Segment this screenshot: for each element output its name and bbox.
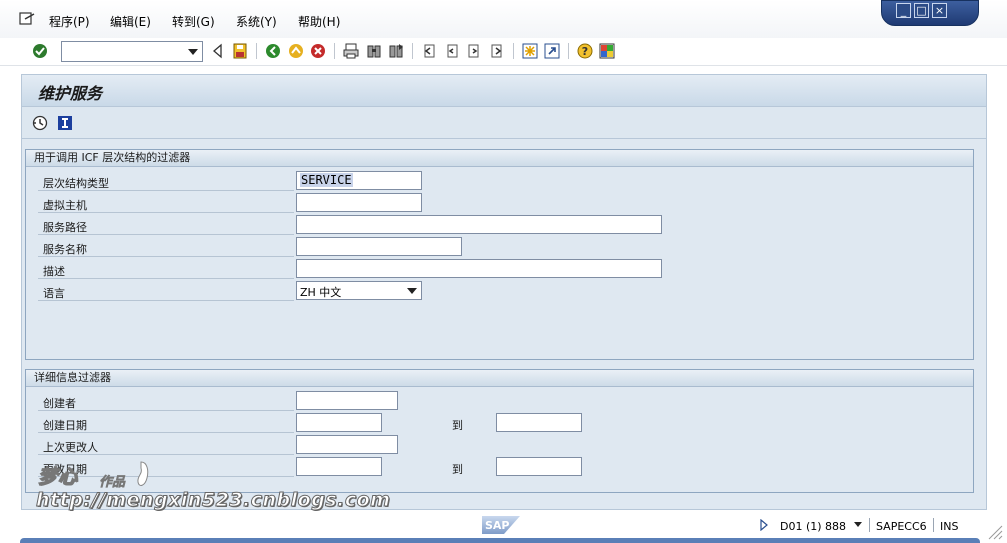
svg-text:SAP: SAP — [485, 519, 510, 532]
created-date-to-label: 到 — [452, 419, 463, 432]
language-label: 语言 — [43, 287, 65, 300]
enter-check-icon[interactable] — [32, 43, 48, 59]
title-bar — [21, 74, 987, 107]
watermark-suffix: 作品 — [99, 475, 126, 491]
status-system: D01 (1) 888 — [780, 520, 847, 533]
sap-logo: SAP — [482, 516, 520, 534]
virtual-host-input[interactable] — [296, 193, 422, 212]
created-date-from-input[interactable] — [296, 413, 382, 432]
menu-program[interactable]: 程序(P) — [49, 13, 90, 30]
minimize-button[interactable]: _ — [896, 3, 911, 18]
detail-filter-title: 详细信息过滤器 — [26, 370, 973, 387]
command-field[interactable] — [61, 41, 203, 62]
description-input[interactable] — [296, 259, 662, 278]
service-name-input[interactable] — [296, 237, 462, 256]
print-icon[interactable] — [343, 43, 359, 59]
execute-icon[interactable] — [32, 115, 48, 131]
created-by-input[interactable] — [296, 391, 398, 410]
first-page-icon[interactable] — [421, 43, 437, 59]
service-name-label: 服务名称 — [43, 243, 87, 256]
language-select[interactable]: ZH 中文 — [296, 281, 422, 300]
changed-date-from-input[interactable] — [296, 457, 382, 476]
back-icon[interactable] — [265, 43, 281, 59]
information-icon[interactable] — [57, 115, 73, 131]
description-label: 描述 — [43, 265, 65, 278]
icf-filter-title: 用于调用 ICF 层次结构的过滤器 — [26, 150, 973, 167]
menu-goto[interactable]: 转到(G) — [172, 13, 215, 30]
status-server: SAPECC6 — [876, 520, 927, 533]
created-date-label: 创建日期 — [43, 419, 87, 432]
restore-button[interactable]: □ — [914, 3, 929, 18]
created-date-to-input[interactable] — [496, 413, 582, 432]
create-session-icon[interactable] — [522, 43, 538, 59]
hierarchy-type-input[interactable]: SERVICE — [296, 171, 422, 190]
close-button[interactable]: × — [932, 3, 947, 18]
next-page-icon[interactable] — [466, 43, 482, 59]
back-triangle-icon[interactable] — [210, 43, 226, 59]
menu-bar — [0, 0, 1007, 38]
changed-date-to-label: 到 — [452, 463, 463, 476]
virtual-host-label: 虚拟主机 — [43, 199, 87, 212]
watermark-url: http://mengxin523.cnblogs.com — [35, 489, 391, 512]
menu-edit[interactable]: 编辑(E) — [110, 13, 151, 30]
exit-icon[interactable] — [288, 43, 304, 59]
service-path-label: 服务路径 — [43, 221, 87, 234]
find-next-icon[interactable] — [388, 43, 404, 59]
status-expand-icon[interactable] — [760, 519, 768, 531]
page-title: 维护服务 — [38, 84, 103, 103]
menu-icon[interactable] — [19, 12, 35, 26]
icf-filter-group: 用于调用 ICF 层次结构的过滤器 — [25, 149, 974, 360]
last-page-icon[interactable] — [489, 43, 505, 59]
menu-help[interactable]: 帮助(H) — [298, 13, 340, 30]
language-value: ZH 中文 — [300, 286, 342, 299]
find-icon[interactable] — [366, 43, 382, 59]
menu-system[interactable]: 系统(Y) — [236, 13, 277, 30]
status-mode: INS — [940, 520, 959, 533]
watermark-name: 梦心 — [37, 466, 79, 489]
watermark-footprint-icon — [137, 461, 149, 486]
last-changed-by-label: 上次更改人 — [43, 441, 98, 454]
application-toolbar — [21, 107, 987, 139]
hierarchy-type-label: 层次结构类型 — [43, 177, 109, 190]
changed-date-to-input[interactable] — [496, 457, 582, 476]
resize-grip-icon[interactable] — [985, 522, 1003, 540]
hierarchy-type-value: SERVICE — [300, 173, 353, 187]
service-path-input[interactable] — [296, 215, 662, 234]
previous-page-icon[interactable] — [444, 43, 460, 59]
svg-text:?: ? — [582, 45, 588, 58]
last-changed-by-input[interactable] — [296, 435, 398, 454]
window-bottom-edge — [20, 538, 980, 543]
status-system-dropdown-icon[interactable] — [854, 522, 862, 527]
help-icon[interactable]: ? — [577, 43, 593, 59]
created-by-label: 创建者 — [43, 397, 76, 410]
shortcut-icon[interactable] — [544, 43, 560, 59]
chevron-down-icon[interactable] — [188, 49, 198, 55]
command-input[interactable] — [62, 42, 182, 61]
customize-icon[interactable] — [599, 43, 615, 59]
chevron-down-icon[interactable] — [407, 288, 417, 294]
cancel-icon[interactable] — [310, 43, 326, 59]
save-icon[interactable] — [232, 43, 248, 59]
